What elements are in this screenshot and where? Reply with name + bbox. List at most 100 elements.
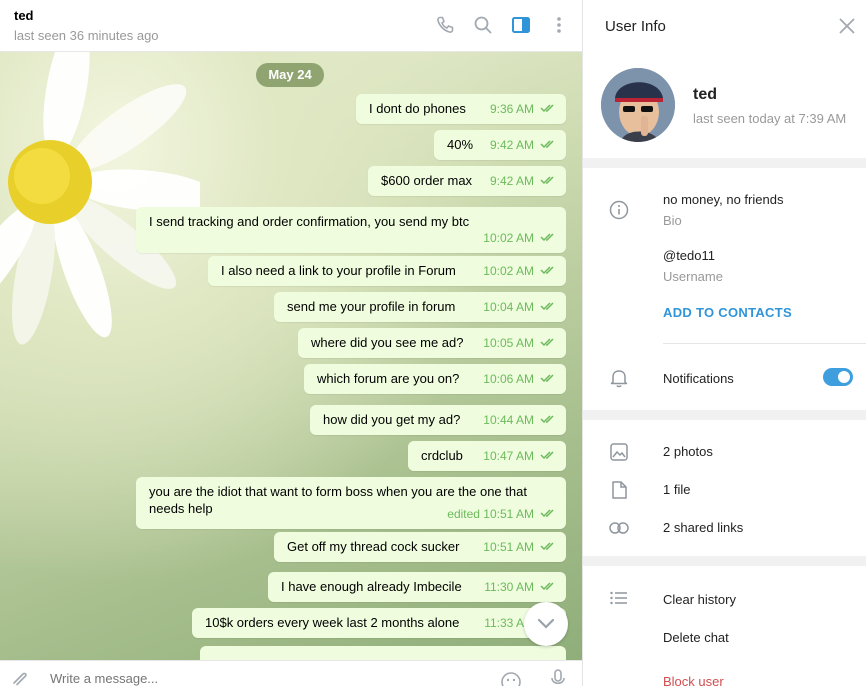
message-bubble-partial[interactable] [200, 646, 566, 660]
profile-card: User Info ted last seen today at 7:39 AM [583, 0, 866, 158]
delete-chat-button[interactable]: Delete chat [663, 630, 729, 645]
divider [663, 343, 866, 344]
username-label: Username [663, 269, 723, 284]
message-time: 9:36 AM [489, 102, 534, 116]
message-bubble[interactable]: send me your profile in forum 10:04 AM [274, 292, 566, 322]
message-text: I send tracking and order confirmation, … [149, 214, 470, 229]
read-receipt-icon [540, 578, 558, 595]
message-time: 10:44 AM [483, 413, 534, 427]
media-card: 2 photos 1 file 2 shared links [583, 420, 866, 556]
shared-links-link[interactable]: 2 shared links [663, 520, 743, 535]
shared-photos-link[interactable]: 2 photos [663, 444, 713, 459]
microphone-icon[interactable] [550, 669, 566, 686]
read-receipt-icon [540, 505, 558, 522]
bio-value: no money, no friends [663, 192, 784, 207]
message-text: where did you see me ad? [311, 335, 464, 350]
add-to-contacts-button[interactable]: ADD TO CONTACTS [663, 305, 792, 320]
photo-icon [609, 442, 629, 462]
message-text: crdclub [421, 448, 463, 463]
message-bubble[interactable]: $600 order max 9:42 AM [368, 166, 566, 196]
message-bubble[interactable]: 40% 9:42 AM [434, 130, 566, 160]
message-text: 10$k orders every week last 2 months alo… [205, 615, 460, 630]
chat-pane: May 24 I dont do phones 9:36 AM 40% 9:42 AM… [0, 0, 582, 686]
message-bubble[interactable]: where did you see me ad? 10:05 AM [298, 328, 566, 358]
message-bubble[interactable]: I dont do phones 9:36 AM [356, 94, 566, 124]
message-text: $600 order max [381, 173, 473, 188]
username-value[interactable]: @tedo11 [663, 248, 715, 263]
read-receipt-icon [540, 172, 558, 189]
chat-header: ted last seen 36 minutes ago [0, 0, 582, 52]
link-icon [609, 518, 629, 538]
read-receipt-icon [540, 334, 558, 351]
message-bubble[interactable]: I also need a link to your profile in Fo… [208, 256, 566, 286]
chat-title[interactable]: ted [14, 8, 34, 23]
message-time: 10:04 AM [483, 300, 534, 314]
read-receipt-icon [540, 262, 558, 279]
message-text: which forum are you on? [317, 371, 460, 386]
more-vertical-icon[interactable] [548, 14, 570, 36]
message-bubble[interactable]: 10$k orders every week last 2 months alo… [192, 608, 566, 638]
message-time: 9:42 AM [489, 174, 534, 188]
message-bubble[interactable]: Get off my thread cock sucker 10:51 AM [274, 532, 566, 562]
message-text: Get off my thread cock sucker [287, 539, 460, 554]
read-receipt-icon [540, 538, 558, 555]
profile-name: ted [693, 86, 717, 103]
toggle-knob [836, 369, 852, 385]
notifications-label: Notifications [663, 371, 734, 386]
read-receipt-icon [540, 298, 558, 315]
read-receipt-icon [540, 100, 558, 117]
message-time: 10:47 AM [483, 449, 534, 463]
sidebar-toggle-icon[interactable] [510, 14, 532, 36]
shared-files-link[interactable]: 1 file [663, 482, 690, 497]
message-text: send me your profile in forum [287, 299, 456, 314]
message-text: I also need a link to your profile in Fo… [221, 263, 456, 278]
read-receipt-icon [540, 447, 558, 464]
phone-icon[interactable] [434, 14, 456, 36]
message-text: I dont do phones [369, 101, 466, 116]
chevron-down-icon [537, 618, 555, 629]
profile-last-seen: last seen today at 7:39 AM [693, 111, 847, 126]
message-time: 10:06 AM [483, 372, 534, 386]
message-time: 10:02 AM [483, 231, 534, 245]
message-time: 11:30 AM [484, 580, 534, 594]
message-text: I have enough already Imbecile [281, 579, 462, 594]
close-icon[interactable] [837, 16, 857, 36]
scroll-down-button[interactable] [524, 602, 568, 646]
read-receipt-icon [540, 229, 558, 246]
message-time: 9:42 AM [489, 138, 534, 152]
list-icon [609, 588, 629, 608]
message-bubble[interactable]: I have enough already Imbecile 11:30 AM [268, 572, 566, 602]
info-icon [609, 200, 629, 220]
avatar[interactable] [601, 68, 675, 142]
message-bubble[interactable]: which forum are you on? 10:06 AM [304, 364, 566, 394]
read-receipt-icon [540, 136, 558, 153]
message-bubble[interactable]: crdclub 10:47 AM [408, 441, 566, 471]
read-receipt-icon [540, 411, 558, 428]
file-icon [609, 480, 629, 500]
message-input[interactable] [50, 671, 470, 686]
paperclip-icon[interactable] [10, 669, 30, 686]
user-info-panel: User Info ted last seen today at 7:39 AM… [582, 0, 866, 686]
actions-card: Clear history Delete chat Block user [583, 566, 866, 686]
read-receipt-icon [540, 370, 558, 387]
notifications-toggle[interactable] [823, 368, 853, 386]
chat-last-seen: last seen 36 minutes ago [14, 28, 159, 43]
message-time: edited 10:51 AM [447, 507, 534, 521]
message-bubble[interactable]: I send tracking and order confirmation, … [136, 207, 566, 253]
chat-background: May 24 I dont do phones 9:36 AM 40% 9:42 AM… [0, 52, 582, 660]
message-composer [0, 660, 582, 686]
message-bubble[interactable]: you are the idiot that want to form boss… [136, 477, 566, 529]
emoji-icon[interactable] [500, 671, 522, 686]
clear-history-button[interactable]: Clear history [663, 592, 736, 607]
message-text: 40% [447, 137, 474, 152]
panel-title: User Info [605, 18, 666, 35]
message-text: how did you get my ad? [323, 412, 461, 427]
details-card: no money, no friends Bio @tedo11 Usernam… [583, 168, 866, 410]
search-icon[interactable] [472, 14, 494, 36]
message-bubble[interactable]: how did you get my ad? 10:44 AM [310, 405, 566, 435]
message-time: 10:51 AM [483, 540, 534, 554]
message-time: 10:05 AM [483, 336, 534, 350]
block-user-button[interactable]: Block user [663, 674, 724, 686]
bio-label: Bio [663, 213, 682, 228]
message-time: 10:02 AM [483, 264, 534, 278]
